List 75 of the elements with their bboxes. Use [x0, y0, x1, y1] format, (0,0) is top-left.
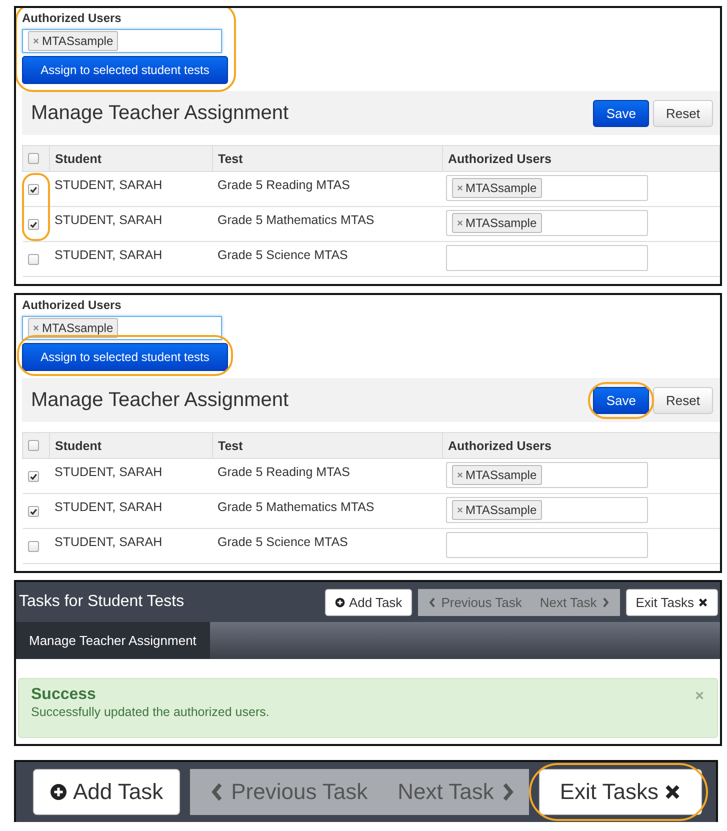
column-header: Student [50, 146, 212, 172]
check-icon [28, 472, 38, 480]
user-input-field[interactable]: MTASsample [446, 175, 648, 201]
user-tag: MTASsample [28, 318, 118, 338]
exit-tasks-button[interactable]: Exit Tasks [538, 769, 702, 815]
remove-icon [33, 325, 39, 331]
checkbox[interactable] [28, 184, 38, 194]
table-cell: STUDENT, SARAH [50, 494, 212, 528]
alert-message: Successfully updated the authorized users. [31, 705, 270, 719]
table-cell: Grade 5 Mathematics MTAS [212, 494, 442, 528]
checkbox[interactable] [28, 540, 38, 552]
remove-icon [456, 507, 462, 513]
table-cell: Grade 5 Mathematics MTAS [212, 206, 442, 242]
user-tag: MTASsample [452, 213, 542, 233]
section-title: Manage Teacher Assignment [31, 388, 289, 412]
table-cell: Grade 5 Science MTAS [212, 242, 442, 276]
table-cell: Grade 5 Science MTAS [212, 528, 442, 564]
panel-title: Tasks for Student Tests [19, 593, 184, 611]
checkbox[interactable] [28, 218, 38, 230]
add-task-button[interactable]: Add Task [324, 588, 412, 616]
table-cell: STUDENT, SARAH [50, 172, 212, 206]
table-cell: Grade 5 Reading MTAS [212, 172, 442, 206]
check-icon [28, 220, 38, 228]
checkbox[interactable] [28, 506, 38, 516]
reset-button[interactable]: Reset [653, 386, 713, 414]
field-label: Authorized Users [22, 11, 122, 25]
chevron-left-icon [427, 596, 438, 608]
user-tag: MTASsample [452, 178, 542, 198]
section-title: Manage Teacher Assignment [31, 102, 289, 124]
save-button[interactable]: Save [593, 100, 650, 126]
plus-circle-icon [50, 782, 67, 802]
table-cell: STUDENT, SARAH [50, 528, 212, 564]
check-icon [28, 506, 38, 516]
assign-button[interactable]: Assign to selected student tests [22, 343, 228, 371]
alert-title: Success [31, 686, 97, 704]
user-input-field[interactable]: MTASsample [446, 210, 648, 236]
column-header: Authorized Users [442, 432, 720, 458]
column-header: Student [50, 432, 212, 458]
close-icon [695, 690, 704, 700]
remove-icon [456, 472, 462, 478]
plus-circle-icon [334, 596, 345, 608]
close-button[interactable] [695, 690, 705, 700]
checkbox[interactable] [28, 254, 38, 264]
check-icon [28, 184, 38, 194]
chevron-right-icon [600, 596, 611, 608]
user-tag: MTASsample [28, 31, 118, 51]
table-cell: STUDENT, SARAH [50, 242, 212, 276]
column-header: Test [212, 432, 442, 458]
remove-icon [33, 38, 39, 44]
remove-icon [456, 220, 462, 226]
column-header: Test [212, 146, 442, 172]
assign-button[interactable]: Assign to selected student tests [22, 56, 228, 84]
add-task-button[interactable]: Add Task [33, 769, 180, 815]
user-input-field[interactable] [446, 532, 648, 558]
user-input-field[interactable]: MTASsample [446, 462, 648, 488]
checkbox[interactable] [28, 153, 39, 164]
checkbox[interactable] [28, 440, 39, 451]
reset-button[interactable]: Reset [653, 100, 713, 126]
field-label: Authorized Users [22, 298, 122, 312]
user-input-field[interactable]: MTASsample [446, 497, 648, 523]
column-header: Authorized Users [442, 146, 720, 172]
user-tag: MTASsample [452, 500, 542, 520]
checkbox[interactable] [28, 470, 38, 482]
user-input-field[interactable]: MTASsample [22, 316, 222, 340]
table-cell: STUDENT, SARAH [50, 458, 212, 494]
close-icon [698, 596, 708, 608]
user-input-field[interactable]: MTASsample [22, 29, 222, 53]
exit-tasks-button[interactable]: Exit Tasks [626, 588, 718, 616]
user-input-field[interactable] [446, 245, 648, 271]
table-cell: Grade 5 Reading MTAS [212, 458, 442, 494]
remove-icon [456, 185, 462, 191]
user-tag: MTASsample [452, 465, 542, 485]
save-button[interactable]: Save [593, 386, 650, 414]
tab[interactable]: Manage Teacher Assignment [16, 622, 210, 659]
table-cell: STUDENT, SARAH [50, 206, 212, 242]
